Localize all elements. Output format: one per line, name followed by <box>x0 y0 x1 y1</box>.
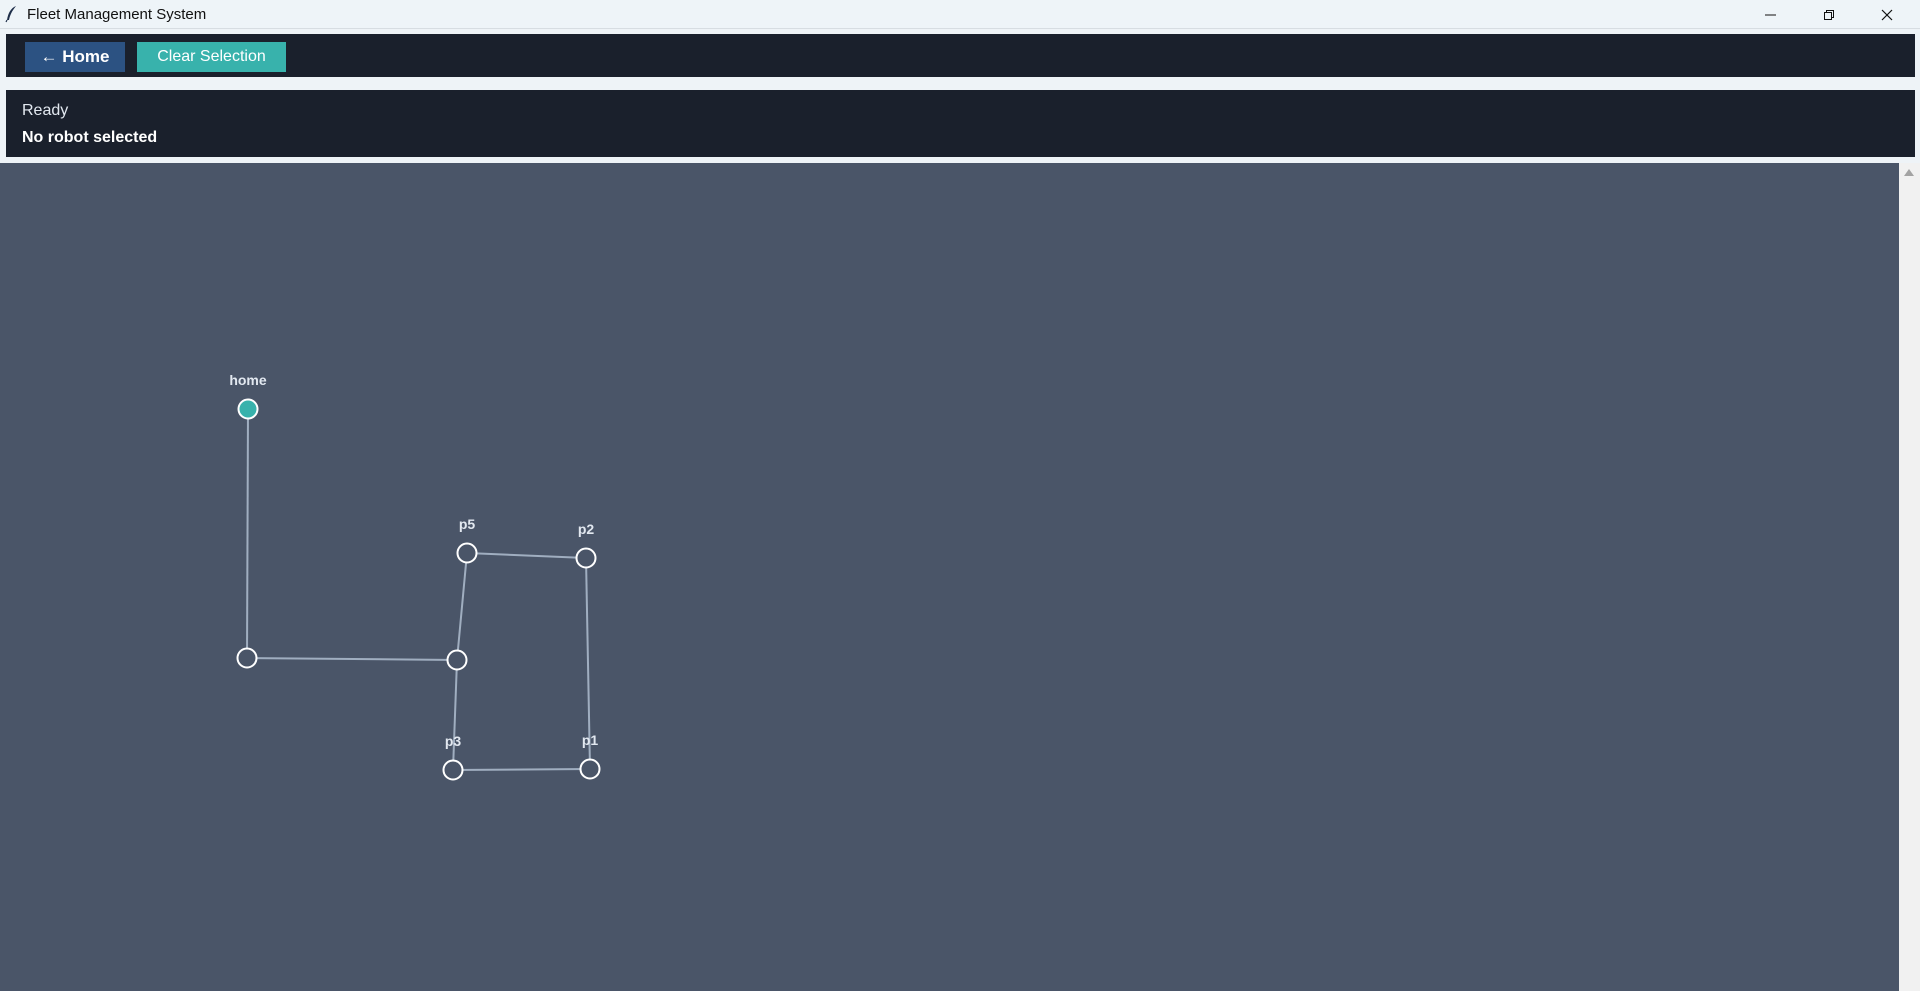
status-text: Ready <box>22 102 69 119</box>
edge-p5-p2 <box>466 552 587 559</box>
map-canvas[interactable]: home p5 p2 p3 p1 <box>0 163 1899 991</box>
close-button[interactable] <box>1858 0 1916 29</box>
restore-button[interactable] <box>1800 0 1858 29</box>
vertical-scrollbar[interactable] <box>1899 163 1920 991</box>
window-titlebar: Fleet Management System <box>0 0 1920 29</box>
map-node-p3[interactable] <box>442 759 464 781</box>
scroll-up-arrow-icon[interactable] <box>1904 169 1914 176</box>
node-label-p2: p2 <box>578 521 595 537</box>
edges-layer <box>246 408 591 771</box>
status-panel: Ready No robot selected <box>6 90 1915 157</box>
node-label-p3: p3 <box>445 733 462 749</box>
edge-node-3-p3 <box>452 659 458 771</box>
minimize-icon <box>1765 14 1776 15</box>
node-label-p1: p1 <box>582 732 599 748</box>
nodes-layer: home p5 p2 p3 p1 <box>229 372 601 781</box>
map-node-p5[interactable] <box>456 542 478 564</box>
close-icon <box>1881 9 1893 20</box>
selected-robot-text: No robot selected <box>22 129 158 146</box>
edge-p3-p1 <box>452 768 591 771</box>
home-button[interactable]: ← Home <box>25 42 125 72</box>
edge-node-3-p5 <box>456 552 468 661</box>
map-node-p1[interactable] <box>579 758 601 780</box>
minimize-button[interactable] <box>1742 0 1800 29</box>
clear-selection-button[interactable]: Clear Selection <box>137 42 286 72</box>
feather-icon <box>5 6 16 23</box>
toolbar: ← Home Clear Selection <box>6 34 1915 77</box>
map-node-home[interactable] <box>237 398 259 420</box>
map-node-node-2[interactable] <box>236 647 258 669</box>
restore-icon <box>1824 9 1834 20</box>
map-node-p2[interactable] <box>575 547 597 569</box>
map-node-node-3[interactable] <box>446 649 468 671</box>
node-label-home: home <box>229 372 267 388</box>
window-title: Fleet Management System <box>27 6 207 23</box>
edge-node-2-node-3 <box>246 657 458 661</box>
route-graph[interactable]: home p5 p2 p3 p1 <box>0 163 1899 991</box>
edge-home-node-2 <box>246 408 249 659</box>
node-label-p5: p5 <box>459 516 476 532</box>
